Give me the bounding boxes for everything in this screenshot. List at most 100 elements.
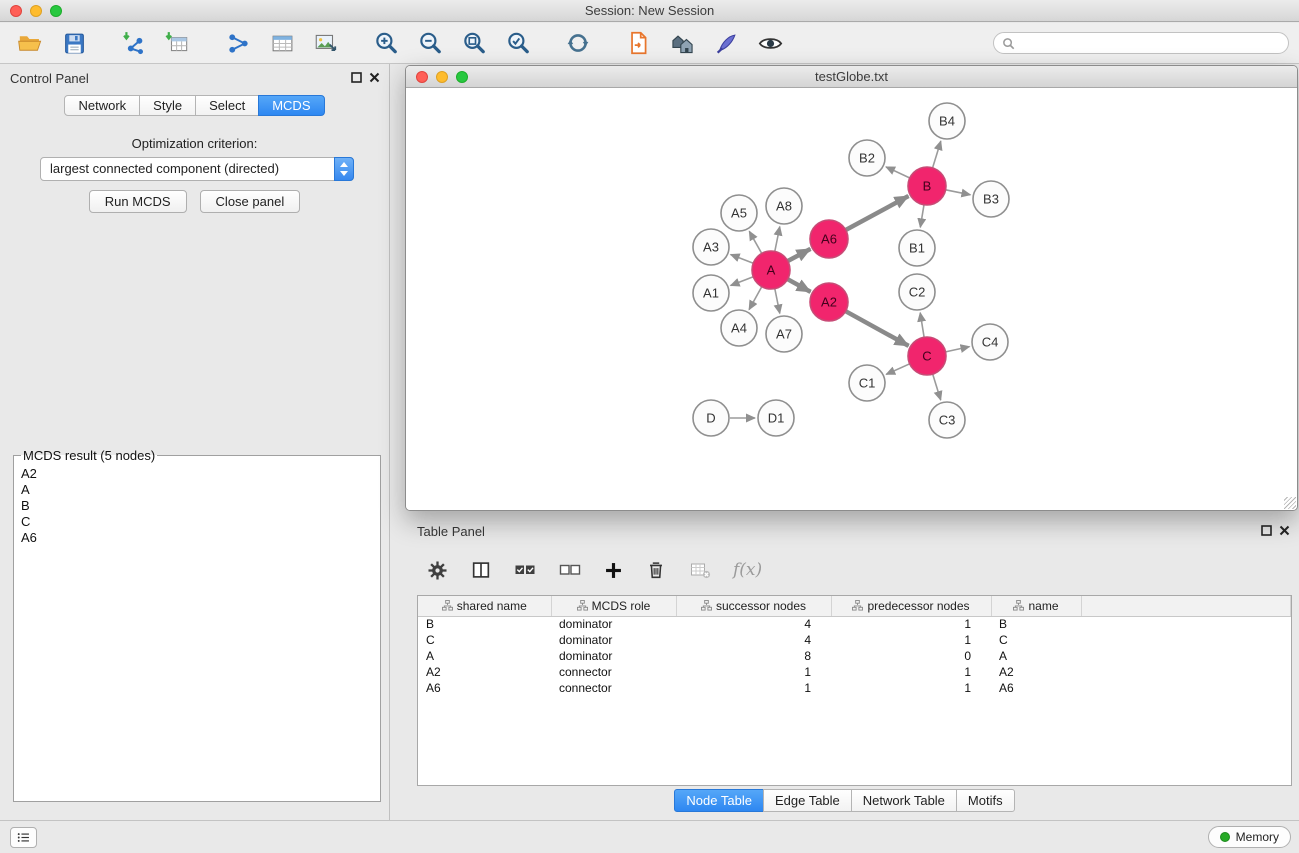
trash-icon[interactable]: [645, 559, 667, 581]
float-panel-icon[interactable]: [351, 72, 362, 83]
network-window[interactable]: testGlobe.txt B4B2BB3A5A8A6A3B1AA1C2A2A4…: [405, 65, 1298, 511]
mcds-result-item[interactable]: A: [21, 482, 373, 498]
table-row[interactable]: Bdominator41B: [418, 616, 1291, 632]
table-cell[interactable]: 1: [831, 632, 991, 648]
graph-edge-A-A5[interactable]: [749, 231, 761, 253]
graph-node-C4[interactable]: C4: [972, 324, 1008, 360]
tab-edge-table[interactable]: Edge Table: [763, 789, 852, 812]
table-cell[interactable]: connector: [551, 664, 676, 680]
table-cell[interactable]: 0: [831, 648, 991, 664]
mcds-result-item[interactable]: B: [21, 498, 373, 514]
select-all-icon[interactable]: [513, 558, 537, 582]
graph-edge-A2-C[interactable]: [846, 311, 909, 346]
network-close-button[interactable]: [416, 71, 428, 83]
graph-edge-B-B1[interactable]: [920, 205, 924, 228]
graph-node-C[interactable]: C: [908, 337, 946, 375]
table-cell[interactable]: dominator: [551, 632, 676, 648]
mcds-result-item[interactable]: A6: [21, 530, 373, 546]
close-panel-button[interactable]: Close panel: [200, 190, 301, 213]
table-cell[interactable]: A6: [418, 680, 551, 696]
column-header-successor-nodes[interactable]: successor nodes: [676, 596, 831, 616]
window-resize-handle[interactable]: [1284, 497, 1296, 509]
network-minimize-button[interactable]: [436, 71, 448, 83]
graphics-details-button[interactable]: [752, 26, 788, 60]
search-input[interactable]: [1019, 36, 1280, 50]
network-window-titlebar[interactable]: testGlobe.txt: [406, 66, 1297, 88]
table-cell[interactable]: 1: [831, 664, 991, 680]
network-zoom-button[interactable]: [456, 71, 468, 83]
import-table-button[interactable]: [160, 26, 196, 60]
open-document-button[interactable]: [620, 26, 656, 60]
run-mcds-button[interactable]: Run MCDS: [89, 190, 187, 213]
graph-node-A1[interactable]: A1: [693, 275, 729, 311]
table-cell[interactable]: 1: [676, 680, 831, 696]
table-row[interactable]: Cdominator41C: [418, 632, 1291, 648]
minimize-window-button[interactable]: [30, 5, 42, 17]
gear-icon[interactable]: [426, 559, 449, 582]
new-table-button[interactable]: [264, 26, 300, 60]
tab-mcds[interactable]: MCDS: [258, 95, 324, 116]
tab-node-table[interactable]: Node Table: [674, 789, 764, 812]
tab-select[interactable]: Select: [195, 95, 259, 116]
column-header-shared-name[interactable]: shared name: [418, 596, 551, 616]
float-table-panel-icon[interactable]: [1261, 525, 1272, 536]
graph-edge-A6-B[interactable]: [846, 196, 909, 230]
tab-style[interactable]: Style: [139, 95, 196, 116]
export-image-button[interactable]: [308, 26, 344, 60]
table-cell[interactable]: A: [418, 648, 551, 664]
table-cell[interactable]: dominator: [551, 616, 676, 632]
graph-node-B3[interactable]: B3: [973, 181, 1009, 217]
table-cell[interactable]: B: [991, 616, 1081, 632]
show-column-icon[interactable]: [470, 559, 492, 581]
table-cell[interactable]: B: [418, 616, 551, 632]
zoom-window-button[interactable]: [50, 5, 62, 17]
add-icon[interactable]: [603, 560, 624, 581]
graph-node-B4[interactable]: B4: [929, 103, 965, 139]
open-session-button[interactable]: [12, 26, 48, 60]
graph-node-A7[interactable]: A7: [766, 316, 802, 352]
graph-edge-B-B4[interactable]: [933, 141, 941, 168]
table-cell[interactable]: 1: [676, 664, 831, 680]
table-cell[interactable]: A: [991, 648, 1081, 664]
table-cell[interactable]: 1: [831, 680, 991, 696]
graph-node-A6[interactable]: A6: [810, 220, 848, 258]
zoom-selected-button[interactable]: [500, 26, 536, 60]
table-cell[interactable]: 4: [676, 632, 831, 648]
zoom-in-button[interactable]: [368, 26, 404, 60]
graph-node-C3[interactable]: C3: [929, 402, 965, 438]
zoom-out-button[interactable]: [412, 26, 448, 60]
column-header-mcds-role[interactable]: MCDS role: [551, 596, 676, 616]
graph-edge-B-B2[interactable]: [886, 167, 910, 178]
graph-edge-A-A8[interactable]: [775, 227, 780, 252]
delete-table-icon[interactable]: [688, 558, 712, 582]
mcds-result-item[interactable]: C: [21, 514, 373, 530]
graph-node-A4[interactable]: A4: [721, 310, 757, 346]
graph-edge-C-C2[interactable]: [920, 313, 924, 338]
graph-edge-A-A6[interactable]: [788, 249, 811, 261]
table-cell[interactable]: connector: [551, 680, 676, 696]
close-window-button[interactable]: [10, 5, 22, 17]
graph-edge-A-A1[interactable]: [731, 277, 754, 286]
close-table-panel-icon[interactable]: [1279, 525, 1290, 536]
tab-network[interactable]: Network: [64, 95, 140, 116]
graph-edge-A-A3[interactable]: [731, 255, 754, 264]
close-panel-icon[interactable]: [369, 72, 380, 83]
column-header-name[interactable]: name: [991, 596, 1081, 616]
network-canvas[interactable]: B4B2BB3A5A8A6A3B1AA1C2A2A4A7C4CC1C3DD1: [406, 88, 1297, 510]
graph-node-C1[interactable]: C1: [849, 365, 885, 401]
function-builder-icon[interactable]: f(x): [733, 560, 762, 580]
network-graph[interactable]: B4B2BB3A5A8A6A3B1AA1C2A2A4A7C4CC1C3DD1: [406, 88, 1297, 510]
graph-node-C2[interactable]: C2: [899, 274, 935, 310]
search-box[interactable]: [993, 32, 1289, 54]
graph-edge-B-B3[interactable]: [946, 190, 971, 195]
table-row[interactable]: Adominator80A: [418, 648, 1291, 664]
graph-node-D[interactable]: D: [693, 400, 729, 436]
deselect-all-icon[interactable]: [558, 558, 582, 582]
graph-edge-C-C1[interactable]: [886, 364, 910, 375]
column-header-predecessor-nodes[interactable]: predecessor nodes: [831, 596, 991, 616]
graph-node-A8[interactable]: A8: [766, 188, 802, 224]
table-cell[interactable]: C: [418, 632, 551, 648]
graph-edge-A-A4[interactable]: [749, 287, 762, 310]
table-cell[interactable]: 8: [676, 648, 831, 664]
import-network-button[interactable]: [116, 26, 152, 60]
